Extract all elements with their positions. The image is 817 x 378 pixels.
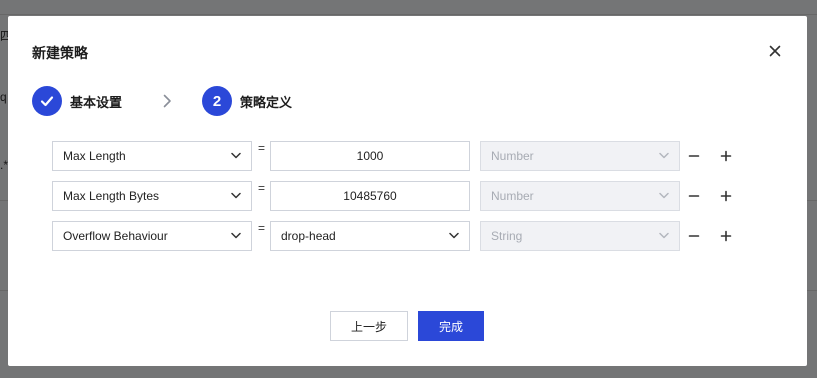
add-row-icon[interactable] bbox=[718, 188, 734, 204]
equals-sign: = bbox=[258, 221, 266, 235]
close-icon bbox=[769, 45, 781, 57]
add-row-icon[interactable] bbox=[718, 228, 734, 244]
chevron-right-icon bbox=[163, 94, 171, 108]
step-1-indicator bbox=[32, 86, 62, 116]
chevron-down-icon bbox=[231, 152, 241, 159]
key-select[interactable]: Max Length bbox=[52, 141, 252, 171]
type-select: Number bbox=[480, 141, 680, 171]
value-select[interactable]: drop-head bbox=[270, 221, 470, 251]
chevron-down-icon bbox=[231, 232, 241, 239]
type-select: String bbox=[480, 221, 680, 251]
close-button[interactable] bbox=[766, 42, 784, 60]
chevron-down-icon bbox=[659, 192, 669, 199]
policy-row: Max Length = 1000 Number bbox=[52, 141, 752, 171]
type-select-value: Number bbox=[491, 149, 534, 163]
key-select-value: Max Length bbox=[63, 149, 126, 163]
type-select-value: Number bbox=[491, 189, 534, 203]
type-select-value: String bbox=[491, 229, 523, 243]
dialog-title: 新建策略 bbox=[32, 46, 88, 62]
value-input[interactable]: 10485760 bbox=[270, 181, 470, 211]
key-select-value: Overflow Behaviour bbox=[63, 229, 168, 243]
create-policy-dialog: 新建策略 基本设置 2 策略定义 Max Length = 1000 Numbe… bbox=[8, 16, 807, 366]
add-row-icon[interactable] bbox=[718, 148, 734, 164]
chevron-down-icon bbox=[231, 192, 241, 199]
check-icon bbox=[40, 96, 54, 107]
step-2-indicator: 2 bbox=[202, 86, 232, 116]
equals-sign: = bbox=[258, 141, 266, 155]
step-1-label: 基本设置 bbox=[70, 96, 123, 111]
equals-sign: = bbox=[258, 181, 266, 195]
step-2-label: 策略定义 bbox=[240, 96, 293, 111]
chevron-down-icon bbox=[449, 232, 459, 239]
chevron-down-icon bbox=[659, 232, 669, 239]
key-select[interactable]: Overflow Behaviour bbox=[52, 221, 252, 251]
previous-step-button[interactable]: 上一步 bbox=[330, 311, 408, 341]
finish-button[interactable]: 完成 bbox=[418, 311, 484, 341]
remove-row-icon[interactable] bbox=[686, 228, 702, 244]
chevron-down-icon bbox=[659, 152, 669, 159]
policy-row: Max Length Bytes = 10485760 Number bbox=[52, 181, 752, 211]
key-select-value: Max Length Bytes bbox=[63, 189, 160, 203]
policy-row: Overflow Behaviour = drop-head String bbox=[52, 221, 752, 251]
type-select: Number bbox=[480, 181, 680, 211]
value-select-value: drop-head bbox=[281, 229, 336, 243]
value-input[interactable]: 1000 bbox=[270, 141, 470, 171]
key-select[interactable]: Max Length Bytes bbox=[52, 181, 252, 211]
remove-row-icon[interactable] bbox=[686, 148, 702, 164]
remove-row-icon[interactable] bbox=[686, 188, 702, 204]
step-indicator: 基本设置 2 策略定义 bbox=[32, 86, 432, 116]
